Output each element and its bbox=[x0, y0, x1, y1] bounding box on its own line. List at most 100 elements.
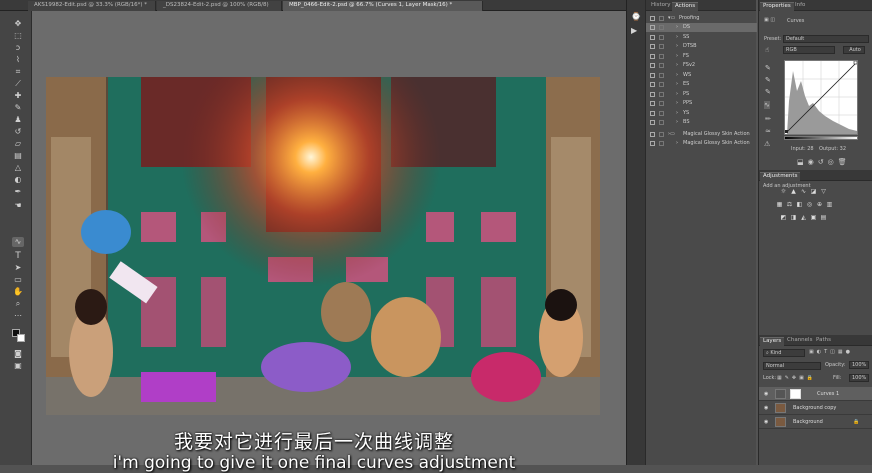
action-dialog-toggle[interactable] bbox=[659, 101, 664, 106]
tab-properties[interactable]: Properties bbox=[760, 2, 794, 11]
hue-saturation-icon[interactable]: ▦ bbox=[776, 201, 783, 208]
hand-tool-icon[interactable]: ☚ bbox=[12, 201, 24, 211]
color-balance-icon[interactable]: ⚖ bbox=[786, 201, 793, 208]
gradient-map-icon[interactable]: ▤ bbox=[820, 214, 827, 221]
quick-select-tool-icon[interactable]: ⌇ bbox=[12, 55, 24, 65]
move-tool-icon[interactable]: ✥ bbox=[12, 19, 24, 29]
on-image-adjust-icon[interactable]: ☝ bbox=[765, 46, 769, 54]
clipping-warning-icon[interactable]: ⚠ bbox=[764, 140, 770, 148]
exposure-icon[interactable]: ◪ bbox=[810, 188, 817, 195]
action-item[interactable]: › PPS bbox=[646, 99, 757, 108]
hand-icon[interactable]: ✋ bbox=[12, 287, 24, 297]
preset-select[interactable]: Default bbox=[783, 35, 869, 43]
curve-edit-icon[interactable]: ∿ bbox=[764, 101, 770, 109]
levels-icon[interactable]: ▲ bbox=[790, 188, 797, 195]
black-white-icon[interactable]: ◧ bbox=[796, 201, 803, 208]
curves-icon[interactable]: ∿ bbox=[800, 188, 807, 195]
action-item[interactable]: › PS bbox=[646, 90, 757, 99]
gray-point-eyedropper-icon[interactable]: ✎ bbox=[765, 76, 771, 84]
action-check[interactable] bbox=[650, 82, 655, 87]
action-dialog-toggle[interactable] bbox=[659, 44, 664, 49]
layer-row-background-copy[interactable]: ◉ Background copy bbox=[759, 401, 872, 415]
blend-mode-select[interactable]: Normal bbox=[763, 362, 821, 370]
smooth-icon[interactable]: ≈ bbox=[765, 127, 771, 135]
brightness-icon[interactable]: ☼ bbox=[780, 188, 787, 195]
action-item[interactable]: › BS bbox=[646, 118, 757, 127]
action-check[interactable] bbox=[650, 91, 655, 97]
screen-mode-icon[interactable]: ▣ bbox=[12, 361, 24, 371]
action-check[interactable] bbox=[650, 101, 655, 106]
opacity-input[interactable]: 100% bbox=[849, 361, 869, 369]
document-photo[interactable] bbox=[46, 77, 600, 415]
visibility-eye-icon[interactable]: ◉ bbox=[764, 387, 768, 401]
curve-tool-icon[interactable]: ∿ bbox=[12, 237, 24, 247]
action-dialog-toggle[interactable] bbox=[659, 34, 664, 40]
layer-filter-icons[interactable]: ▣◐T◫▦● bbox=[809, 349, 853, 355]
action-item[interactable]: › SS bbox=[646, 33, 757, 42]
type-tool-icon[interactable]: T bbox=[12, 251, 24, 261]
black-point-eyedropper-icon[interactable]: ✎ bbox=[765, 64, 771, 72]
tab-adjustments[interactable]: Adjustments bbox=[760, 172, 801, 181]
action-item[interactable]: › ES bbox=[646, 80, 757, 89]
action-dialog-toggle[interactable] bbox=[659, 16, 664, 21]
action-dialog-toggle[interactable] bbox=[659, 91, 664, 97]
more-tools-icon[interactable]: ⋯ bbox=[12, 311, 24, 321]
action-check[interactable] bbox=[650, 132, 655, 137]
action-dialog-toggle[interactable] bbox=[659, 132, 664, 137]
background-color-swatch[interactable] bbox=[17, 334, 25, 342]
action-item[interactable]: › FSv2 bbox=[646, 61, 757, 70]
action-check[interactable] bbox=[650, 53, 655, 59]
shape-tool-icon[interactable]: ▭ bbox=[12, 275, 24, 285]
tab-layers[interactable]: Layers bbox=[760, 337, 785, 346]
channel-select[interactable]: RGB bbox=[783, 46, 835, 54]
tab-document-3[interactable]: MBP_0466-Edit-2.psd @ 66.7% (Curves 1, L… bbox=[283, 1, 483, 11]
tab-actions[interactable]: Actions bbox=[672, 2, 699, 11]
layer-row-curves[interactable]: ◉ Curves 1 bbox=[759, 387, 872, 401]
action-check[interactable] bbox=[650, 141, 655, 146]
action-check[interactable] bbox=[650, 16, 655, 21]
history-panel-icon[interactable]: ⌚ bbox=[631, 12, 641, 21]
action-check[interactable] bbox=[650, 34, 655, 40]
layer-row-background[interactable]: ◉ Background 🔒 bbox=[759, 415, 872, 429]
channel-mixer-icon[interactable]: ⊕ bbox=[816, 201, 823, 208]
action-dialog-toggle[interactable] bbox=[659, 110, 664, 116]
zoom-tool-icon[interactable]: ⌕ bbox=[12, 299, 24, 309]
action-check[interactable] bbox=[650, 72, 655, 78]
visibility-eye-icon[interactable]: ◉ bbox=[764, 401, 768, 415]
tab-document-1[interactable]: AKS19982-Edit.psd @ 33.3% (RGB/16*) * bbox=[28, 1, 156, 11]
vibrance-icon[interactable]: ▽ bbox=[820, 188, 827, 195]
eraser-tool-icon[interactable]: ▱ bbox=[12, 139, 24, 149]
action-glossy-2[interactable]: › Magical Glossy Skin Action bbox=[646, 139, 757, 148]
posterize-icon[interactable]: ◨ bbox=[790, 214, 797, 221]
auto-button[interactable]: Auto bbox=[843, 46, 865, 54]
action-set-glossy-1[interactable]: ›▭ Magical Glossy Skin Action bbox=[646, 130, 757, 139]
action-dialog-toggle[interactable] bbox=[659, 72, 664, 78]
crop-tool-icon[interactable]: ⌗ bbox=[12, 67, 24, 77]
photo-filter-icon[interactable]: ◎ bbox=[806, 201, 813, 208]
action-item[interactable]: › YS bbox=[646, 109, 757, 118]
actions-panel-icon[interactable]: ▶ bbox=[631, 26, 637, 35]
action-dialog-toggle[interactable] bbox=[659, 82, 664, 87]
action-dialog-toggle[interactable] bbox=[659, 53, 664, 59]
tab-paths[interactable]: Paths bbox=[813, 337, 834, 343]
action-set-proofing[interactable]: ▾▭ Proofing bbox=[646, 14, 757, 23]
layer-filter-select[interactable]: ⌕ Kind bbox=[763, 349, 805, 357]
healing-tool-icon[interactable]: ✚ bbox=[12, 91, 24, 101]
fill-input[interactable]: 100% bbox=[849, 374, 869, 382]
action-item[interactable]: › FS bbox=[646, 52, 757, 61]
pen-tool-icon[interactable]: ✒ bbox=[12, 187, 24, 197]
action-item[interactable]: › DS bbox=[646, 23, 757, 32]
brush-tool-icon[interactable]: ✎ bbox=[12, 103, 24, 113]
action-dialog-toggle[interactable] bbox=[659, 63, 664, 68]
eyedropper-tool-icon[interactable]: ⟋ bbox=[12, 79, 24, 89]
lock-icons[interactable]: ▦✎✥▣🔒 bbox=[777, 375, 816, 381]
tab-info[interactable]: Info bbox=[792, 2, 808, 8]
action-check[interactable] bbox=[650, 44, 655, 49]
marquee-tool-icon[interactable]: ⬚ bbox=[12, 31, 24, 41]
action-check[interactable] bbox=[650, 110, 655, 116]
action-check[interactable] bbox=[650, 25, 655, 30]
quick-mask-icon[interactable]: ◙ bbox=[12, 349, 24, 359]
threshold-icon[interactable]: ◭ bbox=[800, 214, 807, 221]
stamp-tool-icon[interactable]: ♟ bbox=[12, 115, 24, 125]
tab-channels[interactable]: Channels bbox=[784, 337, 815, 343]
